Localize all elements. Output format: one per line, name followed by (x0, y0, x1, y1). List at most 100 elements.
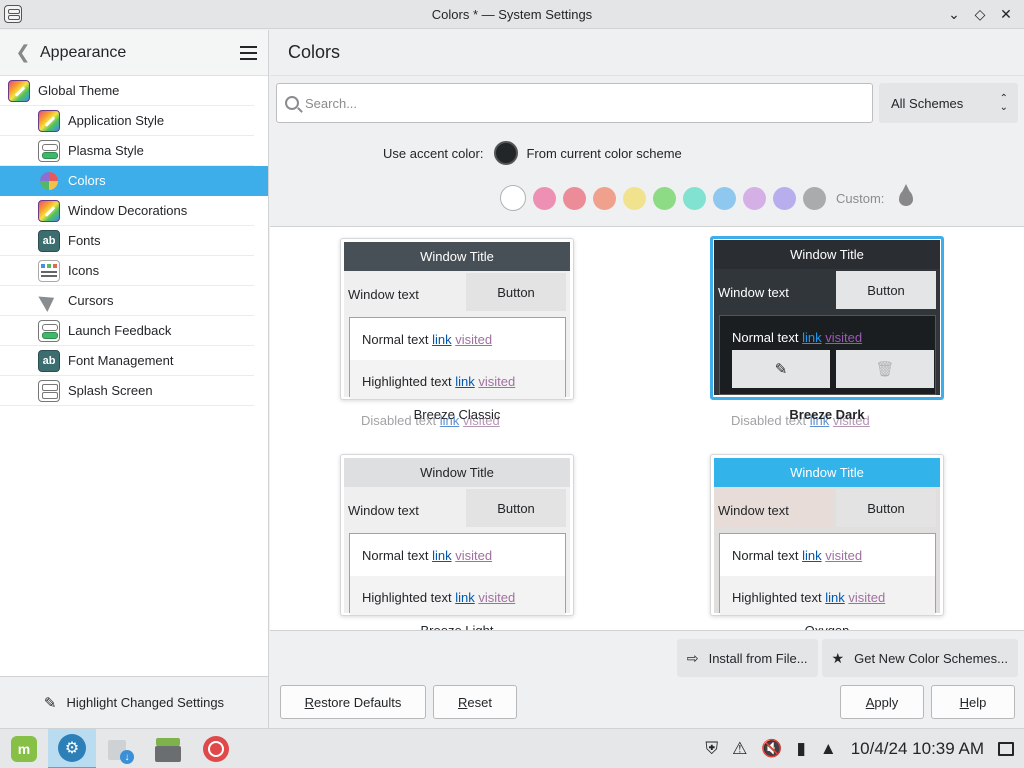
sidebar-item-label: Window Decorations (68, 203, 188, 218)
accent-swatch-yellow[interactable] (623, 186, 646, 210)
notifications-icon[interactable]: ⚠ (732, 739, 747, 759)
accent-from-scheme-label[interactable]: From current color scheme (526, 146, 681, 161)
sidebar-item-colors[interactable]: Colors (0, 166, 268, 196)
preview-window-title: Window Title (344, 458, 570, 487)
sidebar-header: ❮ Appearance (0, 30, 268, 76)
sidebar-list: Global Theme Application Style Plasma St… (0, 76, 268, 406)
sidebar-item-splash-screen[interactable]: Splash Screen (0, 376, 254, 406)
dialog-buttons-row: Restore Defaults Reset Apply Help (280, 685, 1015, 719)
plasma-style-icon (38, 139, 60, 162)
sidebar-item-label: Application Style (68, 113, 165, 128)
help-button[interactable]: Help (931, 685, 1015, 719)
sidebar-item-launch-feedback[interactable]: Launch Feedback (0, 316, 254, 346)
start-menu-button[interactable]: m (0, 729, 48, 768)
minimize-button[interactable]: ⌄ (944, 4, 964, 24)
install-from-file-label: Install from File... (708, 650, 808, 666)
maximize-button[interactable]: ◇ (970, 4, 990, 24)
system-settings-wrench-icon: ⚙ (58, 734, 86, 762)
highlight-changed-settings-label: Highlight Changed Settings (66, 695, 225, 710)
sidebar-item-application-style[interactable]: Application Style (0, 106, 254, 136)
preview-normal-text: Normal text (732, 548, 799, 563)
preview-window-title: Window Title (714, 240, 940, 269)
scheme-filter-value: All Schemes (891, 95, 964, 111)
usb-device-icon[interactable]: ▮ (797, 739, 806, 759)
preview-visited: visited (825, 330, 863, 345)
linux-mint-icon: m (11, 736, 37, 762)
sidebar-item-plasma-style[interactable]: Plasma Style (0, 136, 254, 166)
star-icon: ★ (831, 649, 845, 666)
sidebar-item-window-decorations[interactable]: Window Decorations (0, 196, 254, 226)
preview-highlighted-text: Highlighted text (732, 590, 822, 605)
system-settings-icon[interactable] (4, 5, 22, 23)
preview-button: Button (466, 273, 566, 311)
icons-icon (38, 259, 60, 282)
scheme-actions-row: ⇨ Install from File... ★ Get New Color S… (676, 639, 1018, 677)
sidebar-item-global-theme[interactable]: Global Theme (0, 76, 254, 106)
edit-scheme-button[interactable]: ✎ (732, 350, 830, 388)
scheme-card-breeze-dark[interactable]: Window Title Window text Button Normal t… (710, 236, 944, 400)
accent-swatch-blue[interactable] (713, 186, 736, 210)
install-from-file-button[interactable]: ⇨ Install from File... (676, 639, 818, 677)
accent-swatch-white[interactable] (500, 185, 526, 211)
taskbar-system-settings[interactable]: ⚙ (48, 729, 96, 768)
accent-swatch-purple[interactable] (773, 186, 796, 210)
sidebar-item-icons[interactable]: Icons (0, 256, 254, 286)
accent-swatch-green[interactable] (653, 186, 676, 210)
taskbar-downloads[interactable] (96, 729, 144, 768)
accent-swatch-red[interactable] (563, 186, 586, 210)
preview-button: Button (836, 489, 936, 527)
colors-icon (40, 171, 58, 190)
preview-link: link (825, 590, 845, 605)
close-button[interactable]: ✕ (996, 4, 1016, 24)
preview-view: Normal text link visited Highlighted tex… (349, 533, 566, 615)
preview-visited: visited (825, 548, 863, 563)
main-header: Colors (270, 30, 1024, 76)
restore-defaults-button[interactable]: Restore Defaults (280, 685, 426, 719)
scheme-card-actions: ✎ 🗑 (732, 350, 934, 388)
hamburger-menu-button[interactable] (232, 37, 264, 69)
accent-from-scheme-radio[interactable] (494, 141, 519, 165)
back-button[interactable]: ❮ Appearance (2, 35, 224, 71)
accent-swatch-pink[interactable] (533, 186, 556, 210)
fonts-icon: ab (38, 229, 60, 252)
preview-normal-text: Normal text (362, 332, 429, 347)
search-field[interactable] (276, 83, 873, 123)
taskbar-app[interactable] (192, 729, 240, 768)
tray-expand-icon[interactable]: ▲ (820, 739, 837, 759)
show-desktop-icon[interactable] (998, 742, 1014, 756)
shield-icon[interactable]: ⛨ (705, 739, 718, 759)
get-new-color-schemes-button[interactable]: ★ Get New Color Schemes... (821, 639, 1018, 677)
accent-swatch-lilac[interactable] (743, 186, 766, 210)
accent-swatch-teal[interactable] (683, 186, 706, 210)
highlight-changed-settings-button[interactable]: ✎ Highlight Changed Settings (0, 676, 268, 728)
pencil-icon: ✎ (774, 361, 788, 378)
scheme-card-oxygen[interactable]: Window Title Window text Button Normal t… (710, 454, 944, 616)
preview-visited: visited (478, 590, 516, 605)
search-input[interactable] (305, 95, 825, 111)
pencil-icon: ✎ (43, 694, 57, 712)
scheme-card-breeze-light[interactable]: Window Title Window text Button Normal t… (340, 454, 574, 616)
sidebar-item-cursors[interactable]: Cursors (0, 286, 254, 316)
preview-window-title: Window Title (344, 242, 570, 271)
delete-scheme-button[interactable]: 🗑 (836, 350, 934, 388)
volume-muted-icon[interactable]: 🔇 (761, 739, 782, 759)
preview-link: link (432, 548, 452, 563)
color-picker-drop-icon[interactable] (899, 184, 914, 206)
preview-link: link (455, 590, 475, 605)
downloads-icon (106, 736, 134, 764)
sidebar-item-label: Icons (68, 263, 100, 278)
launch-feedback-icon (38, 319, 60, 342)
scheme-card-breeze-classic[interactable]: Window Title Window text Button Normal t… (340, 238, 574, 400)
accent-swatch-orange[interactable] (593, 186, 616, 210)
clock[interactable]: 10/4/24 10:39 AM (851, 739, 984, 759)
sidebar-item-fonts[interactable]: ab Fonts (0, 226, 254, 256)
taskbar-file-manager[interactable] (144, 729, 192, 768)
sidebar-item-font-management[interactable]: ab Font Management (0, 346, 254, 376)
scheme-filter-dropdown[interactable]: All Schemes ⌃ ⌄ (879, 83, 1018, 123)
accent-swatch-gray[interactable] (803, 186, 826, 210)
reset-button[interactable]: Reset (433, 685, 517, 719)
back-arrow-icon: ❮ (15, 42, 31, 62)
apply-button[interactable]: Apply (840, 685, 924, 719)
preview-link: link (432, 332, 452, 347)
color-scheme-grid: Window Title Window text Button Normal t… (270, 226, 1024, 631)
